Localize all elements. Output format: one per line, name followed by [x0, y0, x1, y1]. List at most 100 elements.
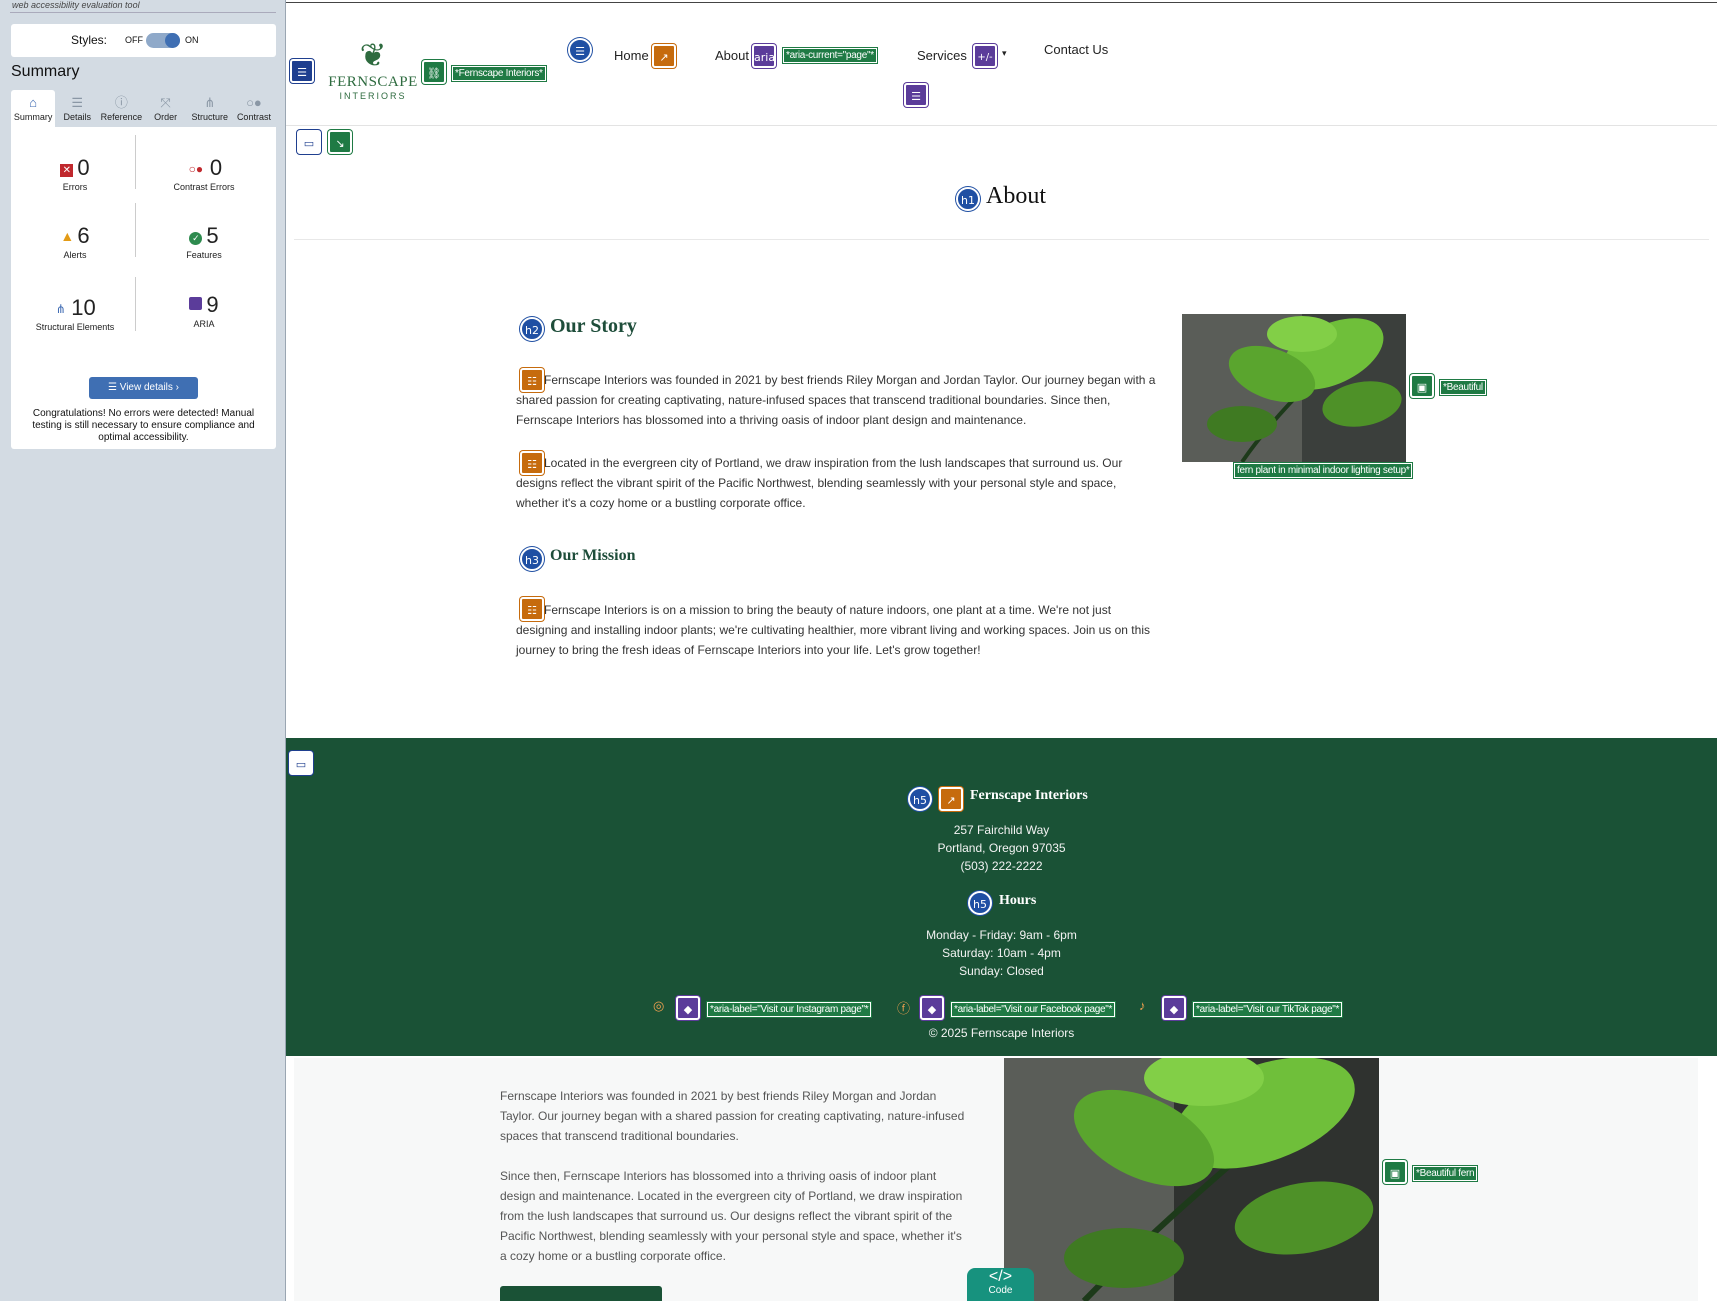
header-divider	[286, 125, 1717, 126]
facebook-icon[interactable]: ⓕ	[897, 998, 910, 1017]
tab-structure[interactable]: ⋔ Structure	[188, 90, 232, 127]
fern-image-graphic	[1182, 314, 1406, 462]
view-details-label: View details ›	[119, 382, 180, 393]
styles-toggle-box: Styles: OFF ON	[11, 24, 276, 57]
stat-alerts[interactable]: ▲ 6 Alerts	[15, 223, 135, 260]
nav-home[interactable]: Home	[614, 48, 649, 63]
skipped-heading-alert-icon[interactable]: ↗	[939, 787, 963, 811]
copyright: © 2025 Fernscape Interiors	[928, 1026, 1075, 1040]
image-alt-tag-2: fern plant in minimal indoor lighting se…	[1232, 462, 1414, 479]
nav-about[interactable]: About	[715, 48, 749, 63]
aria-menu-icon[interactable]: ☰	[904, 83, 928, 107]
story-text-2: Located in the evergreen city of Portlan…	[516, 456, 1123, 510]
stat-aria[interactable]: 9 ARIA	[144, 292, 264, 329]
read-more-button[interactable]	[500, 1286, 662, 1301]
contrast-label: Contrast Errors	[173, 182, 235, 192]
congrats-message: Congratulations! No errors were detected…	[32, 408, 255, 443]
instagram-aria-tag: *aria-label="Visit our Instagram page"*	[705, 1001, 873, 1018]
logo-name: FERNSCAPE	[328, 74, 418, 90]
aria-expanded-icon[interactable]: +/-	[973, 44, 997, 68]
tab-details[interactable]: ☰ Details	[55, 90, 99, 127]
stat-contrast-errors[interactable]: ○● 0 Contrast Errors	[144, 155, 264, 192]
features-label: Features	[186, 250, 222, 260]
toggle-knob[interactable]	[165, 33, 180, 48]
facebook-aria-tag: *aria-label="Visit our Facebook page"*	[949, 1001, 1117, 1018]
main-region-icon[interactable]: ▭	[297, 130, 321, 154]
image-alt-icon[interactable]: ▣	[1383, 1160, 1407, 1184]
hours-heading: Hours	[999, 893, 1037, 908]
tab-summary[interactable]: ⌂ Summary	[11, 90, 56, 127]
structure-icon: ⋔	[204, 95, 216, 110]
divider	[10, 12, 276, 13]
website-page: ☰ ❦ FERNSCAPE INTERIORS ⛓ *Fernscape Int…	[286, 0, 1717, 1301]
alert-icon: ▲	[60, 228, 75, 244]
structure-icon: ⋔	[55, 302, 66, 316]
contrast-error-icon: ○●	[188, 162, 204, 176]
footer-address-1: 257 Fairchild Way	[953, 823, 1050, 837]
instagram-icon[interactable]: ◎	[653, 998, 664, 1014]
styles-off-label: OFF	[125, 35, 143, 45]
tab-reference[interactable]: ⓘ Reference	[99, 90, 143, 127]
lower-paragraph-2: Since then, Fernscape Interiors has blos…	[500, 1169, 963, 1263]
footer-company: Fernscape Interiors	[970, 788, 1088, 803]
code-view-button[interactable]: </> Code	[967, 1268, 1034, 1301]
tiktok-icon[interactable]: ♪	[1139, 998, 1146, 1013]
wave-tabs: ⌂ Summary ☰ Details ⓘ Reference ⤧ Order ⋔ Str…	[11, 90, 276, 127]
divider	[135, 277, 136, 331]
h3-badge[interactable]: h3	[520, 547, 544, 571]
divider	[135, 203, 136, 257]
mission-heading: Our Mission	[550, 547, 636, 564]
nav-contact[interactable]: Contact Us	[1044, 42, 1108, 57]
footer-region-icon[interactable]: ▭	[289, 751, 313, 775]
aria-label-icon[interactable]: ◆	[1162, 996, 1186, 1020]
h5-badge[interactable]: h5	[908, 787, 932, 811]
code-label: Code	[988, 1285, 1013, 1296]
view-details-button[interactable]: ☰ View details ›	[89, 377, 198, 399]
h1-badge[interactable]: h1	[956, 187, 980, 211]
tiktok-aria-tag: *aria-label="Visit our TikTok page"*	[1191, 1001, 1344, 1018]
chevron-down-icon[interactable]: ▾	[1002, 48, 1007, 59]
lower-paragraph-1: Fernscape Interiors was founded in 2021 …	[500, 1089, 965, 1143]
lower-fern-image	[1004, 1058, 1379, 1301]
skip-link-icon[interactable]: ↘	[328, 130, 352, 154]
contrast-count: 0	[209, 155, 223, 180]
site-logo[interactable]: ❦ FERNSCAPE INTERIORS	[326, 36, 420, 101]
tab-label: Summary	[13, 112, 53, 122]
h5-badge[interactable]: h5	[968, 891, 992, 915]
mission-text: Fernscape Interiors is on a mission to b…	[516, 603, 1150, 657]
nav-services[interactable]: Services	[917, 48, 967, 63]
aria-label-icon[interactable]: ◆	[920, 996, 944, 1020]
hours-saturday: Saturday: 10am - 4pm	[942, 946, 1061, 960]
nav-region-icon[interactable]: ☰	[568, 38, 592, 62]
stat-structural[interactable]: ⋔ 10 Structural Elements	[15, 295, 135, 332]
alerts-label: Alerts	[63, 250, 87, 260]
h2-badge[interactable]: h2	[520, 317, 544, 341]
lower-image-alt-tag: *Beautiful fern	[1411, 1165, 1479, 1182]
divider	[294, 239, 1709, 240]
tab-contrast[interactable]: ○● Contrast	[232, 90, 276, 127]
image-alt-tag-1: *Beautiful	[1439, 379, 1487, 396]
hours-sunday: Sunday: Closed	[959, 964, 1044, 978]
tab-label: Contrast	[236, 112, 271, 122]
aria-icon[interactable]: aria	[752, 44, 776, 68]
page-title: About	[986, 183, 1046, 209]
contrast-icon: ○●	[246, 95, 262, 110]
summary-title: Summary	[11, 63, 80, 80]
footer-address-2: Portland, Oregon 97035	[937, 841, 1066, 855]
aria-current-tag: *aria-current="page"*	[782, 47, 878, 64]
redundant-link-alert-icon[interactable]: ↗	[652, 44, 676, 68]
tab-label: Order	[154, 112, 178, 122]
aria-label-icon[interactable]: ◆	[676, 996, 700, 1020]
styles-toggle[interactable]	[146, 33, 180, 48]
aria-icon	[189, 297, 203, 310]
story-text-1: Fernscape Interiors was founded in 2021 …	[516, 373, 1156, 427]
image-alt-icon[interactable]: ▣	[1410, 374, 1434, 398]
tab-order[interactable]: ⤧ Order	[144, 90, 188, 127]
stat-features[interactable]: ✓ 5 Features	[144, 223, 264, 260]
lower-content: Fernscape Interiors was founded in 2021 …	[294, 1058, 1698, 1301]
alerts-count: 6	[77, 223, 90, 248]
linked-image-icon[interactable]: ⛓	[422, 60, 446, 84]
errors-label: Errors	[62, 182, 88, 192]
stat-errors[interactable]: ✕ 0 Errors	[15, 155, 135, 192]
header-region-icon[interactable]: ☰	[290, 59, 314, 83]
